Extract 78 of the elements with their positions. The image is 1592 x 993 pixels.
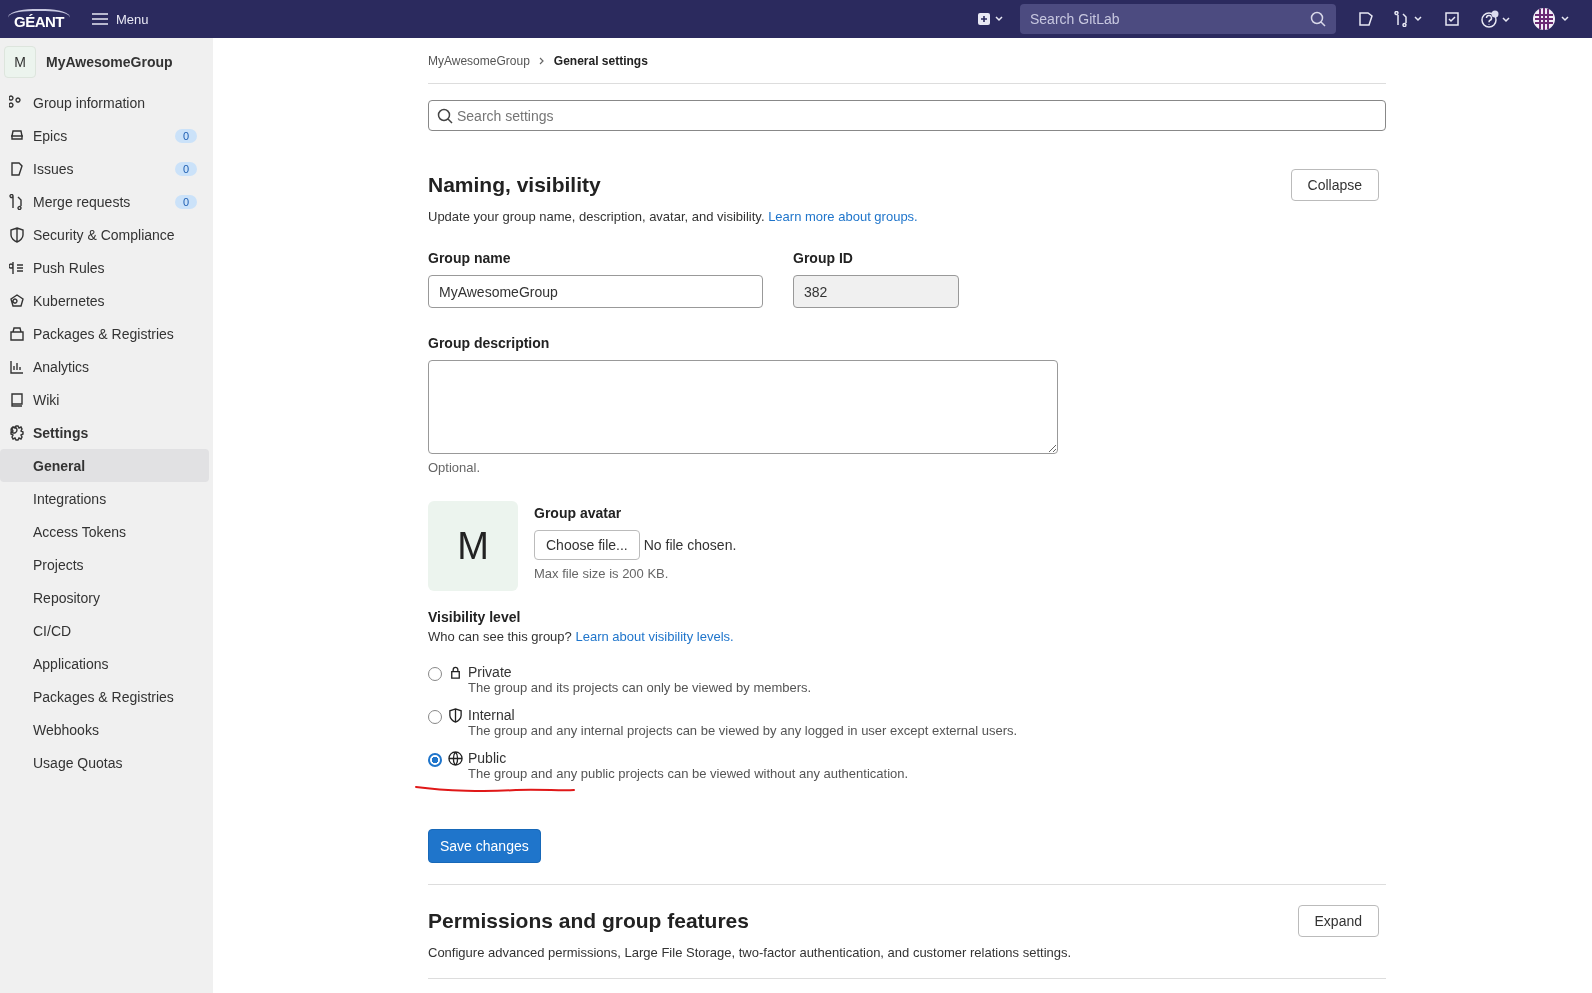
section-title: Permissions and group features xyxy=(428,909,749,933)
field-label: Group description xyxy=(428,335,551,351)
help-text: Optional. xyxy=(428,460,482,475)
group-name-field[interactable]: MyAwesomeGroup xyxy=(428,275,763,308)
book-icon xyxy=(9,391,25,408)
radio-button[interactable] xyxy=(428,753,442,767)
chevron-right-icon xyxy=(537,56,546,65)
visibility-question: Who can see this group? xyxy=(428,629,572,644)
sidebar-subitem[interactable]: Repository xyxy=(0,581,209,614)
collapse-button[interactable]: Collapse xyxy=(1290,169,1379,201)
sidebar-item[interactable]: Kubernetes xyxy=(0,284,213,317)
field-label: Group name xyxy=(428,250,512,266)
sidebar-subitem[interactable]: Webhooks xyxy=(0,713,209,746)
field-label: Group ID xyxy=(793,250,854,266)
group-avatar: M xyxy=(428,501,518,591)
option-label: Internal xyxy=(468,707,515,723)
sidebar-item[interactable]: Analytics xyxy=(0,350,213,383)
menu-icon xyxy=(92,12,108,26)
lock-icon xyxy=(448,664,463,680)
count-badge: 0 xyxy=(174,194,197,209)
merge-icon xyxy=(9,193,25,210)
search-icon xyxy=(437,108,453,124)
shield-icon xyxy=(448,707,463,723)
sidebar-subitem[interactable]: Integrations xyxy=(0,482,209,515)
field-label: Group avatar xyxy=(534,505,623,521)
checkbox-icon xyxy=(1444,11,1460,27)
breadcrumb-link[interactable]: MyAwesomeGroup xyxy=(428,53,530,68)
sidebar-item[interactable]: Settings xyxy=(0,416,213,449)
section-description: Configure advanced permissions, Large File Storage, two-factor authentication, and customer relations settings. xyxy=(428,945,1073,960)
gear-icon xyxy=(9,424,25,441)
file-status: No file chosen. xyxy=(643,537,737,553)
sidebar-subitem[interactable]: Projects xyxy=(0,548,209,581)
count-badge: 0 xyxy=(174,161,197,176)
expand-button[interactable]: Expand xyxy=(1297,905,1379,937)
learn-more-link[interactable]: Learn more about groups. xyxy=(768,209,918,224)
option-description: The group and its projects can only be viewed by members. xyxy=(467,680,812,695)
sidebar-item[interactable]: Security & Compliance xyxy=(0,218,213,251)
option-label: Private xyxy=(468,664,512,680)
sidebar-subitem[interactable]: General xyxy=(0,449,209,482)
globe-icon xyxy=(448,750,463,766)
sidebar-item[interactable]: Wiki xyxy=(0,383,213,416)
sidebar-item[interactable]: Push Rules xyxy=(0,251,213,284)
sidebar-item[interactable]: Packages & Registries xyxy=(0,317,213,350)
breadcrumb-link[interactable]: General settings xyxy=(553,53,648,68)
field-label: Visibility level xyxy=(428,609,522,625)
sidebar-item[interactable]: Merge requests 0 xyxy=(0,185,213,218)
sidebar-subitem[interactable]: Applications xyxy=(0,647,209,680)
sidebar-item[interactable]: Group information xyxy=(0,86,213,119)
group-avatar: M xyxy=(4,46,36,78)
save-button[interactable]: Save changes xyxy=(428,829,541,863)
sidebar-subitem[interactable]: Packages & Registries xyxy=(0,680,209,713)
option-description: The group and any internal projects can be viewed by any logged in user except external users. xyxy=(467,723,1018,738)
issue-icon xyxy=(9,160,25,177)
description-field[interactable] xyxy=(428,360,1058,454)
choose-file-button[interactable]: Choose file... xyxy=(534,530,640,560)
section-description: Update your group name, description, avatar, and visibility. xyxy=(428,209,765,224)
section-title: Naming, visibility xyxy=(428,173,601,197)
count-badge: 0 xyxy=(174,128,197,143)
visibility-link[interactable]: Learn about visibility levels. xyxy=(575,629,734,644)
option-label: Public xyxy=(468,750,507,766)
menu-button[interactable]: Menu xyxy=(86,10,155,28)
sidebar-subitem[interactable]: Usage Quotas xyxy=(0,746,209,779)
sidebar-item[interactable]: Issues 0 xyxy=(0,152,213,185)
sidebar-item[interactable]: Epics 0 xyxy=(0,119,213,152)
chart-icon xyxy=(9,358,25,375)
issue-icon xyxy=(1358,11,1374,27)
option-description: The group and any public projects can be viewed without any authentication. xyxy=(467,766,909,781)
sidebar-subitem[interactable]: Access Tokens xyxy=(0,515,209,548)
rules-icon xyxy=(9,259,25,276)
search-icon xyxy=(1310,11,1326,27)
logo[interactable]: GÉANT xyxy=(8,8,70,30)
group-name[interactable]: MyAwesomeGroup xyxy=(46,54,173,70)
search-field[interactable]: Search GitLab xyxy=(1020,4,1336,34)
package-icon xyxy=(9,325,25,342)
sidebar-subitem[interactable]: CI/CD xyxy=(0,614,209,647)
settings-search-field[interactable]: Search settings xyxy=(428,100,1386,131)
shield-icon xyxy=(9,226,25,243)
help-text: Max file size is 200 KB. xyxy=(534,566,670,581)
